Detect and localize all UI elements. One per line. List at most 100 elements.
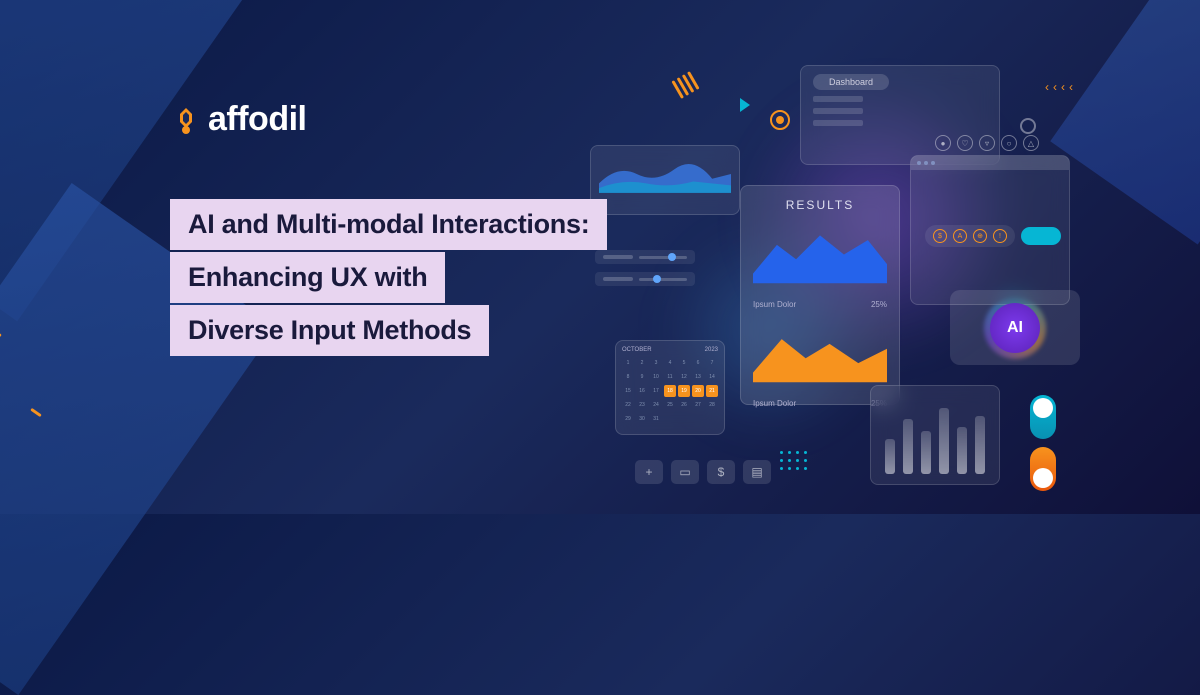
- calendar-day: 15: [622, 385, 634, 397]
- calendar-grid: 1 2 3 4 5 6 7 8 9 10 11 12 13 14 15 16 1…: [622, 357, 718, 425]
- card-icon: ▭: [671, 460, 699, 484]
- calendar-day: 12: [678, 371, 690, 383]
- calendar-day-selected: 18: [664, 385, 676, 397]
- illustration-area: ‹‹‹‹ Dashboard ● ♡ ▿ ○ △ RESULTS: [540, 30, 1100, 500]
- calendar-day-selected: 19: [678, 385, 690, 397]
- chart-bar: [957, 427, 967, 474]
- chart-bar: [939, 408, 949, 474]
- toolbar-icons: ● ♡ ▿ ○ △: [935, 135, 1039, 151]
- results-panel: RESULTS Ipsum Dolor 25% Ipsum Dolor 25%: [740, 185, 900, 405]
- headline-line-1: AI and Multi-modal Interactions:: [170, 199, 607, 250]
- calendar-day: 22: [622, 399, 634, 411]
- slider-label: [603, 255, 633, 259]
- letter-a-icon: A: [953, 229, 967, 243]
- slider-thumb: [653, 275, 661, 283]
- window-control-icon: [917, 161, 921, 165]
- results-heading: RESULTS: [753, 198, 887, 212]
- calendar-day: 6: [692, 357, 704, 369]
- calendar-day: 5: [678, 357, 690, 369]
- legend-label: Ipsum Dolor: [753, 300, 796, 309]
- chart-bar: [975, 416, 985, 475]
- calendar-day-selected: 21: [706, 385, 718, 397]
- brand-logo: affodil: [170, 100, 607, 139]
- headline-block: AI and Multi-modal Interactions: Enhanci…: [170, 199, 607, 356]
- share-icon: △: [1023, 135, 1039, 151]
- toggle-knob: [1033, 398, 1053, 418]
- ai-circle-icon: AI: [990, 303, 1040, 353]
- toggle-switch: [1030, 395, 1056, 439]
- dollar-icon: $: [933, 229, 947, 243]
- window-control-icon: [931, 161, 935, 165]
- calendar-day: 29: [622, 413, 634, 425]
- slider-control: [595, 272, 695, 286]
- calendar-day: 23: [636, 399, 648, 411]
- calendar-day: 30: [636, 413, 648, 425]
- icon-pill: $ A ⊕ !: [925, 225, 1015, 247]
- calendar-year: 2023: [705, 347, 718, 353]
- ai-label: AI: [1007, 319, 1023, 337]
- toggle-switch: [1030, 447, 1056, 491]
- chart-legend-row: Ipsum Dolor 25%: [753, 300, 887, 309]
- calendar-day: 4: [664, 357, 676, 369]
- calendar-day-selected: 20: [692, 385, 704, 397]
- daffodil-logo-icon: [170, 104, 202, 136]
- menu-item: [813, 108, 863, 114]
- info-icon: !: [993, 229, 1007, 243]
- dashboard-tab: Dashboard: [813, 74, 889, 90]
- menu-item: [813, 120, 863, 126]
- chart-bar: [903, 419, 913, 474]
- area-chart-icon: [599, 154, 731, 194]
- bar-chart-panel: [870, 385, 1000, 485]
- chart-legend-row: Ipsum Dolor 25%: [753, 399, 887, 408]
- decorative-lines-icon: [671, 71, 699, 99]
- headline-line-3: Diverse Input Methods: [170, 305, 489, 356]
- heart-icon: ♡: [957, 135, 973, 151]
- calendar-day: 3: [650, 357, 662, 369]
- slider-control: [595, 250, 695, 264]
- headline-line-2: Enhancing UX with: [170, 252, 445, 303]
- slider-track: [639, 256, 687, 259]
- slider-controls: [595, 250, 695, 286]
- calendar-day: 10: [650, 371, 662, 383]
- dollar-icon: $: [707, 460, 735, 484]
- legend-label: Ipsum Dolor: [753, 399, 796, 408]
- calendar-widget: OCTOBER 2023 1 2 3 4 5 6 7 8 9 10 11 12 …: [615, 340, 725, 435]
- legend-value: 25%: [871, 300, 887, 309]
- toggle-knob: [1033, 468, 1053, 488]
- decorative-dots-icon: [780, 451, 807, 470]
- calendar-day: 26: [678, 399, 690, 411]
- cart-icon: ⊕: [973, 229, 987, 243]
- calendar-day: 1: [622, 357, 634, 369]
- calendar-day: 25: [664, 399, 676, 411]
- plus-icon: +: [635, 460, 663, 484]
- browser-titlebar: [911, 156, 1069, 170]
- calendar-day: 2: [636, 357, 648, 369]
- dashboard-menu: [813, 96, 987, 126]
- calendar-day: 24: [650, 399, 662, 411]
- mountain-chart-icon: [753, 222, 887, 287]
- mountain-chart-icon: [753, 321, 887, 386]
- decorative-ring-icon: [1020, 118, 1036, 134]
- calendar-month: OCTOBER: [622, 347, 652, 353]
- calendar-day: 28: [706, 399, 718, 411]
- chart-bar: [885, 439, 895, 474]
- content-area: affodil AI and Multi-modal Interactions:…: [170, 100, 607, 356]
- slider-track: [639, 278, 687, 281]
- bookmark-icon: ▿: [979, 135, 995, 151]
- toggle-switches: [1030, 395, 1056, 491]
- calendar-day: 9: [636, 371, 648, 383]
- brand-name: affodil: [208, 100, 306, 139]
- decorative-circle-icon: [770, 110, 790, 130]
- chart-bar: [921, 431, 931, 474]
- slider-thumb: [668, 253, 676, 261]
- calendar-day: 17: [650, 385, 662, 397]
- calendar-day: 13: [692, 371, 704, 383]
- window-control-icon: [924, 161, 928, 165]
- chart-icon: ▤: [743, 460, 771, 484]
- pill-button-group: $ A ⊕ !: [925, 225, 1061, 247]
- calendar-day: 27: [692, 399, 704, 411]
- decorative-arrows-icon: ‹‹‹‹: [1045, 80, 1073, 94]
- calendar-day: 11: [664, 371, 676, 383]
- calendar-day: 7: [706, 357, 718, 369]
- ai-badge-panel: AI: [950, 290, 1080, 365]
